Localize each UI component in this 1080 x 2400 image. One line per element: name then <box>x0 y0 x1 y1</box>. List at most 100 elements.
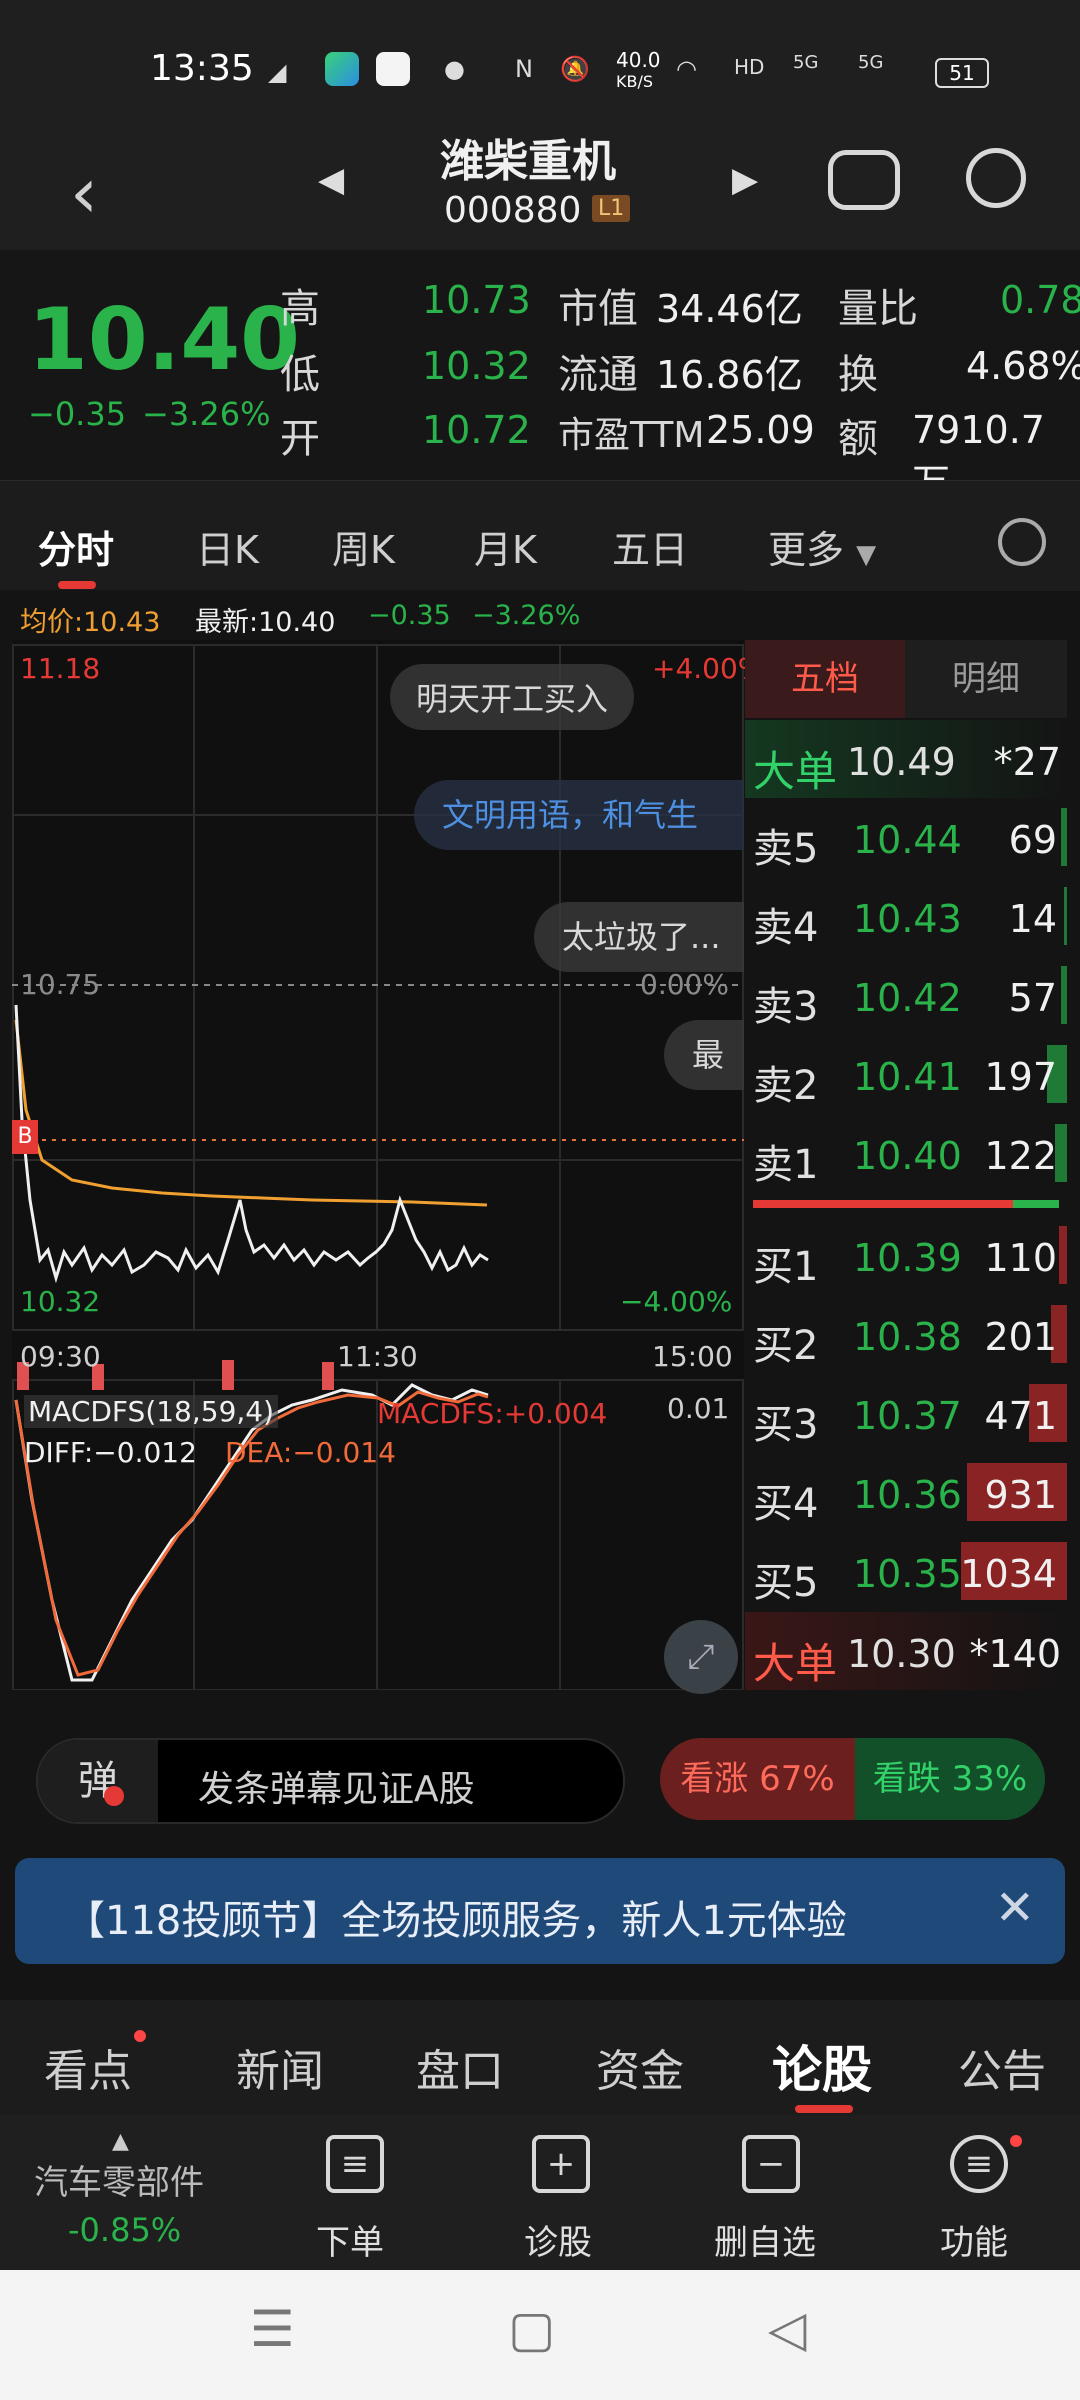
bid-price: 10.38 <box>853 1315 962 1359</box>
high-value: 10.73 <box>422 278 531 322</box>
low-label: 低 <box>280 352 320 398</box>
sell-ratio-bar <box>1013 1200 1059 1208</box>
intraday-chart[interactable]: 11.18 +4.00% 10.75 0.00% 10.32 −4.00% B … <box>12 640 764 1694</box>
menu-nav-icon[interactable]: ☰ <box>250 2300 295 2358</box>
big-buy-vol: *140 <box>969 1632 1061 1676</box>
tab-weekly-k[interactable]: 周K <box>332 519 395 574</box>
tab-highlights[interactable]: 看点 <box>44 2035 132 2099</box>
stock-header: ‹ ◀ 潍柴重机 000880 L1 ▶ <box>0 120 1080 250</box>
bid-row[interactable]: 买5 10.35 1034 <box>745 1532 1067 1610</box>
promo-banner[interactable]: 【118投顾节】全场投顾服务，新人1元体验 ✕ <box>15 1858 1065 1964</box>
time-start: 09:30 <box>20 1340 101 1373</box>
float-label: 流通 <box>558 352 638 398</box>
buy-marker[interactable]: B <box>12 1120 38 1154</box>
current-price: 10.40 <box>28 290 301 390</box>
macd-value: MACDFS:+0.004 <box>377 1397 608 1430</box>
tab-capital[interactable]: 资金 <box>596 2035 684 2099</box>
ask-price: 10.43 <box>853 897 962 941</box>
tab-more[interactable]: 更多 ▼ <box>768 519 876 574</box>
tab-daily-k[interactable]: 日K <box>196 519 259 574</box>
ask-volume: 69 <box>1008 818 1057 862</box>
status-time: 13:35 <box>150 48 254 89</box>
sentiment-vote: 看涨 67% 看跌 33% <box>660 1738 1045 1820</box>
ask-row[interactable]: 卖2 10.41 197 <box>745 1035 1067 1113</box>
danmu-input[interactable]: 弹 发条弹幕见证A股 <box>36 1738 625 1824</box>
tab-detail[interactable]: 明细 <box>905 640 1067 718</box>
danmu-toggle-icon[interactable]: 弹 <box>38 1740 158 1822</box>
function-button[interactable]: 功能 <box>940 2215 1008 2264</box>
tab-monthly-k[interactable]: 月K <box>474 519 537 574</box>
iqiyi-icon <box>325 52 359 86</box>
diagnose-button[interactable]: 诊股 <box>524 2215 592 2264</box>
tab-announcement[interactable]: 公告 <box>958 2035 1046 2099</box>
pe-label: 市盈TTM <box>558 415 705 456</box>
bid-row[interactable]: 买4 10.36 931 <box>745 1453 1067 1531</box>
ask-price: 10.41 <box>853 1055 962 1099</box>
turnover-label: 换 <box>838 352 878 398</box>
order-button[interactable]: 下单 <box>316 2215 384 2264</box>
nfc-icon: N <box>515 55 533 83</box>
search-icon[interactable] <box>966 148 1026 208</box>
tab-five-level[interactable]: 五档 <box>745 640 905 718</box>
menu-icon[interactable]: ≡ <box>950 2135 1008 2193</box>
expand-icon[interactable]: ⤢ <box>664 1620 738 1694</box>
sector-name[interactable]: 汽车零部件 <box>34 2155 204 2204</box>
ask-row[interactable]: 卖5 10.44 69 <box>745 798 1067 876</box>
stock-code: 000880 <box>444 190 582 231</box>
bid-row[interactable]: 买3 10.37 471 <box>745 1374 1067 1452</box>
float-value: 16.86亿 <box>656 353 803 397</box>
back-icon[interactable]: ‹ <box>70 158 98 228</box>
mktcap-value: 34.46亿 <box>656 287 803 331</box>
price-axis-low: 10.32 <box>20 1285 101 1318</box>
avg-price: 均价:10.43 <box>20 607 161 638</box>
danmu-bubble: 明天开工买入 <box>390 664 635 730</box>
ask-price: 10.42 <box>853 976 962 1020</box>
baidu-icon <box>376 52 410 86</box>
unread-dot <box>1010 2135 1022 2147</box>
vote-up-button[interactable]: 看涨 67% <box>660 1738 855 1820</box>
remove-watchlist-icon[interactable]: − <box>742 2135 800 2193</box>
stock-name: 潍柴重机 <box>440 136 616 187</box>
bid-row[interactable]: 买1 10.39 110 <box>745 1216 1067 1294</box>
signal-1-icon: 5G <box>793 52 819 73</box>
hd-icon: HD <box>734 55 765 79</box>
tab-five-day[interactable]: 五日 <box>612 519 688 574</box>
bid-label: 买5 <box>753 1560 819 1606</box>
ask-row[interactable]: 卖3 10.42 57 <box>745 956 1067 1034</box>
tab-forum[interactable]: 论股 <box>772 2030 872 2102</box>
tab-news[interactable]: 新闻 <box>236 2035 324 2099</box>
bid-row[interactable]: 买2 10.38 201 <box>745 1295 1067 1373</box>
tab-intraday[interactable]: 分时 <box>38 519 114 574</box>
prev-stock-icon[interactable]: ◀ <box>318 160 344 200</box>
mute-icon: 🔕 <box>560 55 590 83</box>
signal-2-icon: 5G <box>858 52 884 73</box>
robot-assistant-icon[interactable] <box>828 150 900 210</box>
ask-row[interactable]: 卖4 10.43 14 <box>745 877 1067 955</box>
remove-watchlist-button[interactable]: 删自选 <box>714 2215 816 2264</box>
tab-order-flow[interactable]: 盘口 <box>416 2035 504 2099</box>
big-sell-label: 大单 <box>753 747 838 796</box>
bottom-action-bar: ▲ 汽车零部件 -0.85% ≡ 下单 + 诊股 − 删自选 ≡ 功能 <box>0 2115 1080 2270</box>
ask-price: 10.44 <box>853 818 962 862</box>
dea-value: DEA:−0.014 <box>225 1436 396 1469</box>
back-nav-icon[interactable]: ◁ <box>768 2300 806 2358</box>
ask-row[interactable]: 卖1 10.40 122 <box>745 1114 1067 1192</box>
system-nav-bar: ☰ ▢ ◁ <box>0 2270 1080 2400</box>
order-icon[interactable]: ≡ <box>326 2135 384 2193</box>
next-stock-icon[interactable]: ▶ <box>732 160 758 200</box>
ask-volume-bar <box>1061 808 1067 866</box>
status-bar: 13:35 ◢ ● N 🔕 40.0 KB/S ◠ HD 5G 5G 51 <box>0 0 1080 120</box>
vote-down-button[interactable]: 看跌 33% <box>855 1738 1045 1820</box>
danmu-bubble: 文明用语，和气生 <box>414 780 744 850</box>
big-sell-vol: *27 <box>993 740 1061 784</box>
bid-volume: 201 <box>984 1315 1057 1359</box>
chart-info-bar: 均价:10.43 最新:10.40 −0.35 −3.26% <box>0 590 745 640</box>
settings-icon[interactable] <box>998 518 1046 566</box>
mktcap-label: 市值 <box>558 286 638 332</box>
diagnose-icon[interactable]: + <box>532 2135 590 2193</box>
home-nav-icon[interactable]: ▢ <box>508 2300 555 2358</box>
tab-indicator <box>795 2105 853 2113</box>
close-icon[interactable]: ✕ <box>995 1880 1035 1936</box>
open-value: 10.72 <box>422 408 531 452</box>
macd-title[interactable]: MACDFS(18,59,4) <box>24 1395 279 1428</box>
